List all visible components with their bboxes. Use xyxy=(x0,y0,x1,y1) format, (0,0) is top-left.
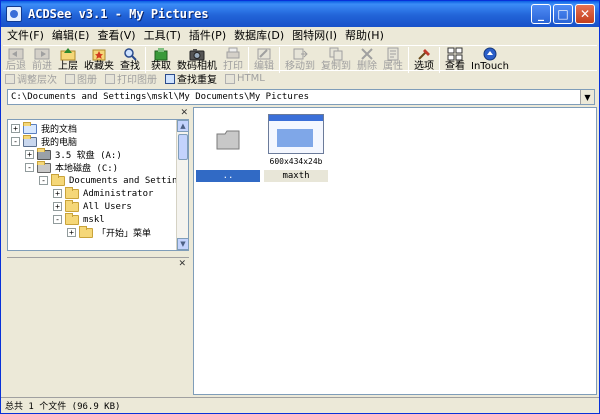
forward-icon xyxy=(34,47,50,61)
expand-toggle[interactable]: + xyxy=(53,202,62,211)
copy-icon xyxy=(328,47,344,61)
title-bar[interactable]: ACDSee v3.1 - My Pictures _ □ ✕ xyxy=(1,1,599,27)
find-duplicates-button[interactable]: 查找重复 xyxy=(163,71,223,86)
file-label: maxth xyxy=(264,170,328,182)
print-album-button[interactable]: 打印图册 xyxy=(103,71,163,86)
close-icon[interactable]: ✕ xyxy=(178,259,186,269)
properties-icon xyxy=(385,47,401,61)
camera-icon xyxy=(189,47,205,61)
expand-toggle[interactable]: - xyxy=(25,163,34,172)
find-icon xyxy=(122,47,138,61)
folder-icon xyxy=(79,225,93,238)
html-icon xyxy=(225,73,235,84)
menu-plugins[interactable]: 插件(P) xyxy=(187,27,232,45)
file-label: .. xyxy=(196,170,260,182)
tree-item-mskl[interactable]: - mskl xyxy=(53,212,105,226)
menu-bar: 文件(F) 编辑(E) 查看(V) 工具(T) 插件(P) 数据库(D) 图特网… xyxy=(1,27,599,45)
favorites-icon xyxy=(91,47,107,61)
tree-item-start-menu[interactable]: + 「开始」菜单 xyxy=(67,225,151,239)
tree-item-local-disk[interactable]: - 本地磁盘 (C:) xyxy=(25,160,118,174)
intouch-icon xyxy=(482,47,498,61)
menu-help[interactable]: 帮助(H) xyxy=(343,27,390,45)
folder-icon xyxy=(51,173,65,186)
print-album-icon xyxy=(105,73,115,84)
expand-toggle[interactable]: + xyxy=(67,228,76,237)
floppy-drive-icon xyxy=(37,147,51,160)
menu-edit[interactable]: 编辑(E) xyxy=(50,27,96,45)
file-item-parent-folder[interactable]: .. xyxy=(196,110,260,182)
expand-toggle[interactable]: + xyxy=(25,150,34,159)
thumbnail xyxy=(196,110,260,170)
secondary-toolbar: 调整层次 图册 打印图册 查找重复 HTML xyxy=(3,70,597,86)
expand-toggle[interactable]: + xyxy=(11,124,20,133)
adjust-icon xyxy=(5,73,15,84)
find-duplicates-icon xyxy=(165,73,175,84)
chevron-down-icon[interactable]: ▼ xyxy=(580,90,594,104)
expand-toggle[interactable]: - xyxy=(39,176,48,185)
folder-tree: + 我的文档 - 我的电脑 + 3.5 软盘 (A:) - 本地磁盘 (C:) … xyxy=(7,119,189,251)
menu-view[interactable]: 查看(V) xyxy=(95,27,141,45)
thumbnail: 600x434x24b xyxy=(264,110,328,170)
maximize-button[interactable]: □ xyxy=(553,4,573,24)
menu-internet[interactable]: 图特网(I) xyxy=(290,27,343,45)
menu-tools[interactable]: 工具(T) xyxy=(142,27,187,45)
move-icon xyxy=(292,47,308,61)
album-icon xyxy=(65,73,75,84)
tree-item-all-users[interactable]: + All Users xyxy=(53,199,132,213)
options-icon xyxy=(416,47,432,61)
scroll-up-icon[interactable]: ▲ xyxy=(177,120,188,132)
tree-item-my-documents[interactable]: + 我的文档 xyxy=(11,121,77,135)
tree-item-my-computer[interactable]: - 我的电脑 xyxy=(11,134,77,148)
image-dimensions: 600x434x24b xyxy=(269,157,323,166)
status-bar: 总共 1 个文件 (96.9 KB) xyxy=(1,397,599,413)
folder-icon xyxy=(65,212,79,225)
folder-pane: ✕ + 我的文档 - 我的电脑 + 3.5 软盘 (A:) - 本地磁盘 (C:… xyxy=(3,107,191,395)
close-icon[interactable]: ✕ xyxy=(180,108,188,118)
menu-database[interactable]: 数据库(D) xyxy=(232,27,290,45)
expand-toggle[interactable]: + xyxy=(53,189,62,198)
tree-item-floppy[interactable]: + 3.5 软盘 (A:) xyxy=(25,147,122,161)
expand-toggle[interactable]: - xyxy=(53,215,62,224)
status-text: 总共 1 个文件 (96.9 KB) xyxy=(5,402,121,412)
acquire-icon xyxy=(153,47,169,61)
folder-icon xyxy=(65,199,79,212)
adjust-hierarchy-button[interactable]: 调整层次 xyxy=(3,71,63,86)
expand-toggle[interactable]: - xyxy=(11,137,20,146)
acdsee-window: ACDSee v3.1 - My Pictures _ □ ✕ 文件(F) 编辑… xyxy=(0,0,600,414)
minimize-button[interactable]: _ xyxy=(531,4,551,24)
view-icon xyxy=(447,47,463,61)
file-list: .. 600x434x24b maxth xyxy=(193,107,597,395)
image-thumbnail xyxy=(268,114,324,154)
album-button[interactable]: 图册 xyxy=(63,71,103,86)
close-button[interactable]: ✕ xyxy=(575,4,595,24)
window-title: ACDSee v3.1 - My Pictures xyxy=(28,7,209,21)
back-icon xyxy=(8,47,24,61)
tree-item-administrator[interactable]: + Administrator xyxy=(53,186,153,200)
tree-scrollbar[interactable]: ▲ ▼ xyxy=(176,120,188,250)
path-combobox[interactable]: C:\Documents and Settings\mskl\My Docume… xyxy=(7,89,595,105)
delete-icon xyxy=(359,47,375,61)
acdsee-app-icon xyxy=(6,6,22,22)
my-documents-icon xyxy=(23,121,37,134)
edit-icon xyxy=(256,47,272,61)
tree-item-documents-and-settings[interactable]: - Documents and Settings xyxy=(39,173,188,187)
file-item-maxth[interactable]: 600x434x24b maxth xyxy=(264,110,328,182)
print-icon xyxy=(225,47,241,61)
html-button[interactable]: HTML xyxy=(223,73,271,84)
scroll-down-icon[interactable]: ▼ xyxy=(177,238,188,250)
my-computer-icon xyxy=(23,134,37,147)
folder-icon xyxy=(65,186,79,199)
hard-drive-icon xyxy=(37,160,51,173)
path-text[interactable]: C:\Documents and Settings\mskl\My Docume… xyxy=(8,92,580,102)
preview-pane: ✕ xyxy=(7,257,189,393)
menu-file[interactable]: 文件(F) xyxy=(5,27,50,45)
folder-icon xyxy=(216,130,240,150)
scroll-thumb[interactable] xyxy=(178,134,188,160)
up-folder-icon xyxy=(60,47,76,61)
